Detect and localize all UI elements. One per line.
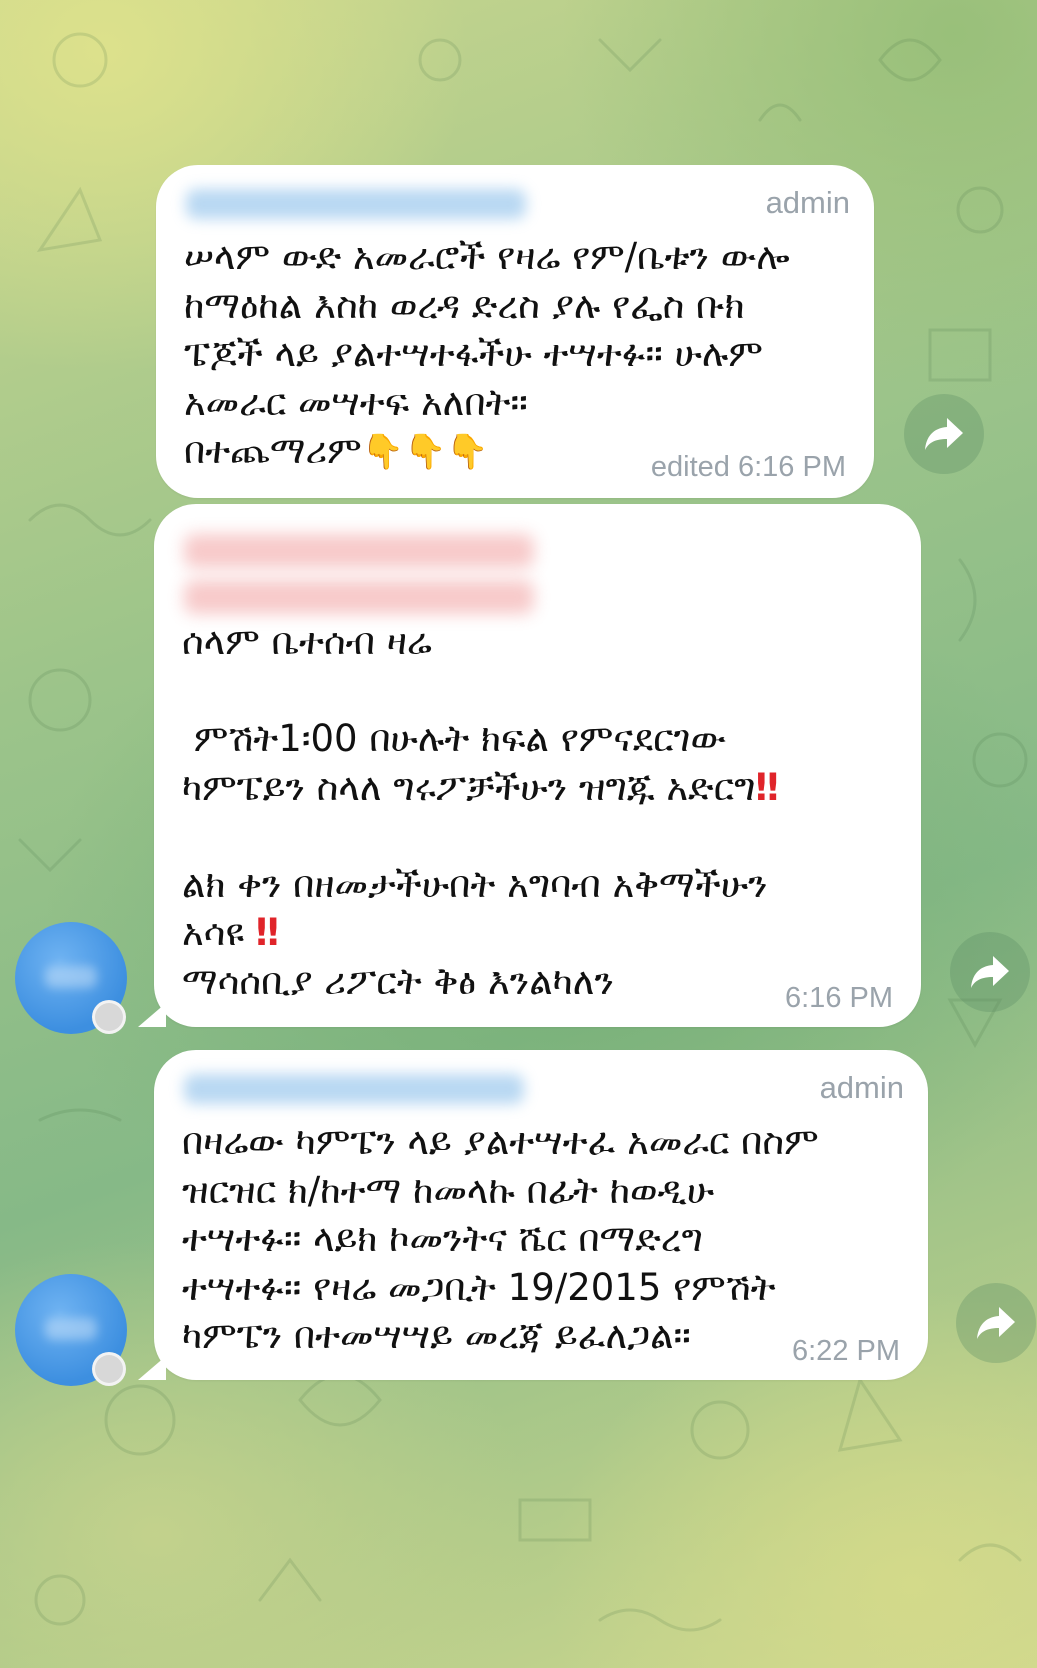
sender-role-badge: admin: [819, 1070, 904, 1105]
forwarded-from-redacted: [184, 534, 534, 568]
message-bubble[interactable]: admin ሠላም ውድ አመራሮች የዛሬ የም/ቤቱን ውሎ ከማዕከል እስ…: [156, 165, 874, 498]
message-bubble[interactable]: admin በዛሬው ካምፔን ላይ ያልተሣተፈ አመራር በስም ዝርዝር ክ…: [154, 1050, 928, 1380]
message-bubble[interactable]: ሰላም ቤተሰብ ዛሬ ምሽት1፡00 በሁሉት ክፍል የምናደርገው ካምፔይ…: [154, 504, 921, 1027]
avatar-initials-redacted: [45, 966, 97, 988]
avatar-initials-redacted: [45, 1318, 97, 1340]
share-button[interactable]: [950, 932, 1030, 1012]
sender-name-redacted: [186, 189, 526, 219]
online-status-dot: [92, 1000, 126, 1034]
share-arrow-icon: [977, 1307, 1015, 1339]
double-exclamation-icon: ‼: [755, 765, 779, 809]
message-timestamp: edited 6:16 PM: [650, 451, 846, 483]
share-button[interactable]: [956, 1283, 1036, 1363]
share-arrow-icon: [971, 956, 1009, 988]
message-text: በዛሬው ካምፔን ላይ ያልተሣተፈ አመራር በስም ዝርዝር ክ/ከተማ ከ…: [182, 1120, 819, 1357]
share-arrow-icon: [925, 418, 963, 450]
share-button[interactable]: [904, 394, 984, 474]
pointing-down-emoji-icon: 👇👇👇: [361, 432, 489, 472]
message-text: ሰላም ቤተሰብ ዛሬ ምሽት1፡00 በሁሉት ክፍል የምናደርገው ካምፔይ…: [182, 620, 779, 1003]
message-timestamp: 6:22 PM: [792, 1335, 900, 1367]
sender-name-redacted: [184, 1074, 524, 1104]
double-exclamation-icon: ‼: [255, 911, 279, 954]
forwarded-from-redacted: [184, 580, 534, 614]
message-text: ሠላም ውድ አመራሮች የዛሬ የም/ቤቱን ውሎ ከማዕከል እስከ ወረዳ …: [184, 235, 790, 472]
sender-role-badge: admin: [765, 185, 850, 220]
message-timestamp: 6:16 PM: [785, 982, 893, 1014]
online-status-dot: [92, 1352, 126, 1386]
